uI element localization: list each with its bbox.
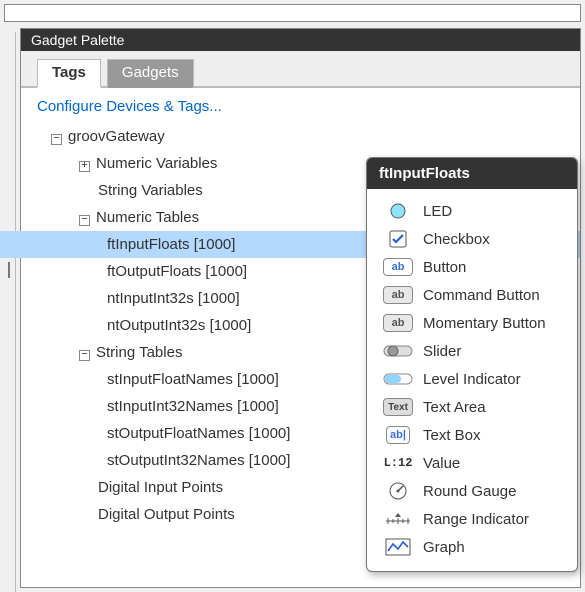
command-button-icon: ab bbox=[383, 284, 413, 306]
gadget-led[interactable]: LED bbox=[371, 197, 573, 225]
gadget-label: Slider bbox=[423, 343, 461, 360]
configure-devices-link[interactable]: Configure Devices & Tags... bbox=[21, 88, 580, 121]
gadget-label: Value bbox=[423, 455, 460, 472]
gadget-text-box[interactable]: ab| Text Box bbox=[371, 421, 573, 449]
tree-label: Digital Output Points bbox=[98, 506, 235, 523]
gadget-label: Range Indicator bbox=[423, 511, 529, 528]
gauge-icon bbox=[383, 480, 413, 502]
popup-body: LED Checkbox ab Button ab Command Button… bbox=[367, 189, 577, 571]
gadget-label: Button bbox=[423, 259, 466, 276]
popup-title: ftInputFloats bbox=[367, 158, 577, 189]
gadget-text-area[interactable]: Text Text Area bbox=[371, 393, 573, 421]
tab-gadgets[interactable]: Gadgets bbox=[107, 59, 194, 88]
tree-label: ftInputFloats [1000] bbox=[107, 236, 235, 253]
gadget-popup: ftInputFloats LED Checkbox ab Button ab bbox=[366, 157, 578, 572]
expand-icon[interactable]: + bbox=[79, 161, 90, 172]
led-icon bbox=[383, 200, 413, 222]
gadget-label: Graph bbox=[423, 539, 465, 556]
gadget-palette-panel: Gadget Palette Tags Gadgets Configure De… bbox=[20, 28, 581, 588]
tree-label: stOutputInt32Names [1000] bbox=[107, 452, 290, 469]
gadget-label: LED bbox=[423, 203, 452, 220]
tree-label: Numeric Tables bbox=[96, 209, 199, 226]
value-icon: L:12 bbox=[383, 452, 413, 474]
tab-tags[interactable]: Tags bbox=[37, 59, 101, 88]
tree-label: String Tables bbox=[96, 344, 182, 361]
gadget-button[interactable]: ab Button bbox=[371, 253, 573, 281]
checkbox-icon bbox=[383, 228, 413, 250]
range-indicator-icon bbox=[383, 508, 413, 530]
gadget-label: Command Button bbox=[423, 287, 540, 304]
gadget-graph[interactable]: Graph bbox=[371, 533, 573, 561]
left-rail bbox=[6, 32, 16, 592]
gadget-range-indicator[interactable]: Range Indicator bbox=[371, 505, 573, 533]
tree-label: ntOutputInt32s [1000] bbox=[107, 317, 251, 334]
gadget-round-gauge[interactable]: Round Gauge bbox=[371, 477, 573, 505]
tree-label: stInputInt32Names [1000] bbox=[107, 398, 279, 415]
panel-title: Gadget Palette bbox=[21, 29, 580, 51]
gadget-label: Level Indicator bbox=[423, 371, 521, 388]
text-box-icon: ab| bbox=[383, 424, 413, 446]
gadget-label: Checkbox bbox=[423, 231, 490, 248]
collapse-icon[interactable]: − bbox=[51, 134, 62, 145]
gadget-level-indicator[interactable]: Level Indicator bbox=[371, 365, 573, 393]
tree-label: ntInputInt32s [1000] bbox=[107, 290, 240, 307]
collapse-icon[interactable]: − bbox=[79, 350, 90, 361]
graph-icon bbox=[383, 536, 413, 558]
top-strip bbox=[4, 4, 581, 22]
gadget-value[interactable]: L:12 Value bbox=[371, 449, 573, 477]
gadget-momentary-button[interactable]: ab Momentary Button bbox=[371, 309, 573, 337]
tree-label: ftOutputFloats [1000] bbox=[107, 263, 247, 280]
gadget-checkbox[interactable]: Checkbox bbox=[371, 225, 573, 253]
collapse-icon[interactable]: − bbox=[79, 215, 90, 226]
button-icon: ab bbox=[383, 256, 413, 278]
gadget-command-button[interactable]: ab Command Button bbox=[371, 281, 573, 309]
tree-label: Digital Input Points bbox=[98, 479, 223, 496]
slider-icon bbox=[383, 340, 413, 362]
tree-label: stOutputFloatNames [1000] bbox=[107, 425, 290, 442]
tree-label: Numeric Variables bbox=[96, 155, 217, 172]
tab-bar: Tags Gadgets bbox=[21, 51, 580, 88]
gadget-label: Text Area bbox=[423, 399, 486, 416]
tree-label: String Variables bbox=[98, 182, 203, 199]
text-area-icon: Text bbox=[383, 396, 413, 418]
gadget-label: Text Box bbox=[423, 427, 481, 444]
drag-handle-icon[interactable] bbox=[8, 262, 10, 278]
gadget-label: Round Gauge bbox=[423, 483, 516, 500]
gadget-slider[interactable]: Slider bbox=[371, 337, 573, 365]
tree-label: groovGateway bbox=[68, 128, 165, 145]
gadget-label: Momentary Button bbox=[423, 315, 546, 332]
level-indicator-icon bbox=[383, 368, 413, 390]
tree-label: stInputFloatNames [1000] bbox=[107, 371, 279, 388]
tree-root[interactable]: −groovGateway bbox=[51, 123, 580, 150]
momentary-button-icon: ab bbox=[383, 312, 413, 334]
